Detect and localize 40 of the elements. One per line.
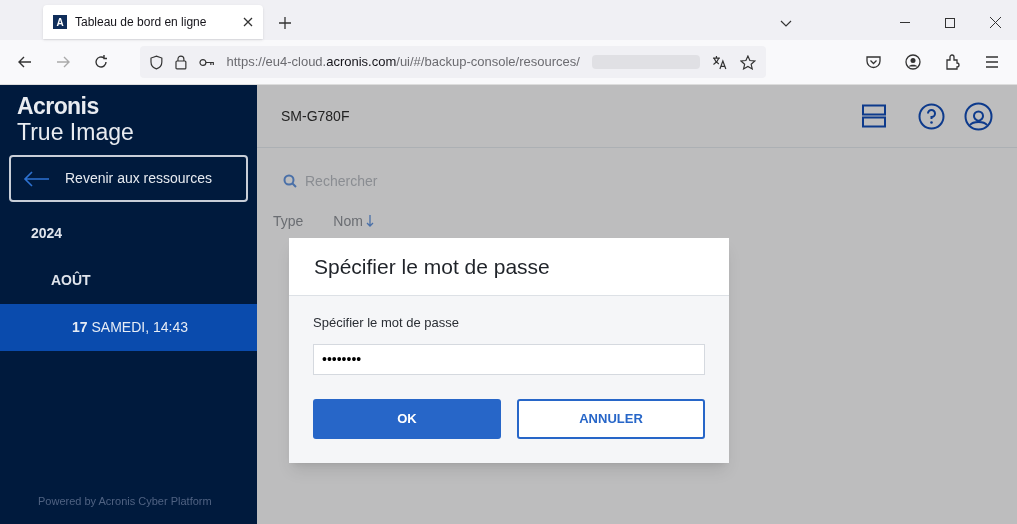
user-icon[interactable] [964,101,993,131]
favicon-icon: A [53,15,67,29]
dialog-title: Spécifier le mot de passe [314,253,550,280]
close-icon[interactable] [243,17,253,27]
close-icon[interactable] [990,17,1001,28]
field-label: Spécifier le mot de passe [313,314,460,332]
tab-title: Tableau de bord en ligne [75,14,208,31]
extensions-icon[interactable] [945,54,961,70]
key-icon[interactable] [198,57,215,67]
shield-icon[interactable] [150,54,163,70]
device-title: SM-G780F [281,106,350,126]
maximize-icon[interactable] [945,18,955,28]
ok-button[interactable]: OK [313,398,501,439]
brand-name: Acronis [17,95,100,118]
product-name: True Image [17,121,135,144]
new-tab-icon[interactable] [279,17,291,29]
tree-item[interactable]: AOÛT [0,257,257,304]
account-icon[interactable] [905,54,921,70]
layout-icon[interactable] [862,104,886,128]
sort-arrow-icon [365,215,374,227]
password-field[interactable]: •••••••• [313,343,705,375]
lock-icon[interactable] [174,54,187,70]
tree-item[interactable]: 2024 [0,210,257,257]
help-icon[interactable] [918,102,945,130]
address-bar[interactable]: https://eu4-cloud.acronis.com/ui/#/backup-console/resources/ [140,46,766,78]
url-text: https://eu4-cloud.acronis.com/ui/#/backup-console/resources/ [226,53,580,72]
star-icon[interactable] [740,54,756,70]
back-arrow-icon[interactable] [18,56,32,68]
menu-icon[interactable] [985,56,999,68]
search-icon [283,174,297,188]
back-button[interactable]: Revenir aux ressources [9,155,248,202]
chevron-down-icon[interactable] [780,20,792,27]
pocket-icon[interactable] [866,55,881,69]
reload-icon[interactable] [94,55,108,69]
back-arrow-icon [23,170,50,187]
powered-by-text: Powered by Acronis Cyber Platform [37,493,213,509]
tree-item[interactable]: 17 SAMEDI, 14:43 [0,304,257,351]
browser-tab[interactable]: A Tableau de bord en ligne [43,5,263,39]
translate-icon[interactable] [712,54,729,70]
cancel-button[interactable]: ANNULER [517,398,705,439]
